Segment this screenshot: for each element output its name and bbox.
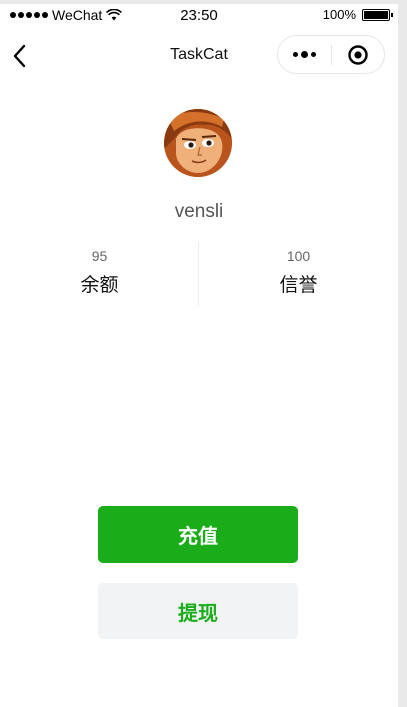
credit-value: 100: [286, 248, 311, 264]
battery-icon: [362, 8, 393, 21]
balance-label: 余额: [80, 275, 119, 296]
navigation-bar: TaskCat: [0, 28, 398, 84]
username: vensli: [174, 201, 224, 222]
app-screen: WeChat 23:50 100% TaskCat vensli 95 余额 1…: [0, 0, 398, 707]
menu-capsule: [277, 35, 385, 74]
account-stats: 95 余额 100 信誉: [0, 240, 398, 308]
target-circle-icon: [348, 44, 368, 65]
stat-balance[interactable]: 95 余额: [0, 240, 199, 308]
recharge-button[interactable]: 充值: [98, 506, 298, 563]
close-miniprogram-button[interactable]: [332, 36, 384, 73]
more-dot-right: [311, 52, 316, 57]
avatar[interactable]: [164, 109, 232, 177]
avatar-image: [164, 109, 232, 177]
withdraw-button[interactable]: 提现: [98, 583, 298, 639]
status-right: 100%: [322, 7, 393, 22]
stat-credit[interactable]: 100 信誉: [199, 240, 398, 308]
more-dot-center: [301, 51, 308, 58]
credit-label: 信誉: [279, 275, 318, 296]
balance-value: 95: [91, 248, 108, 264]
status-bar: WeChat 23:50 100%: [0, 4, 398, 28]
more-dots-icon: [293, 52, 298, 57]
battery-percent: 100%: [322, 7, 356, 22]
more-button[interactable]: [278, 36, 331, 73]
